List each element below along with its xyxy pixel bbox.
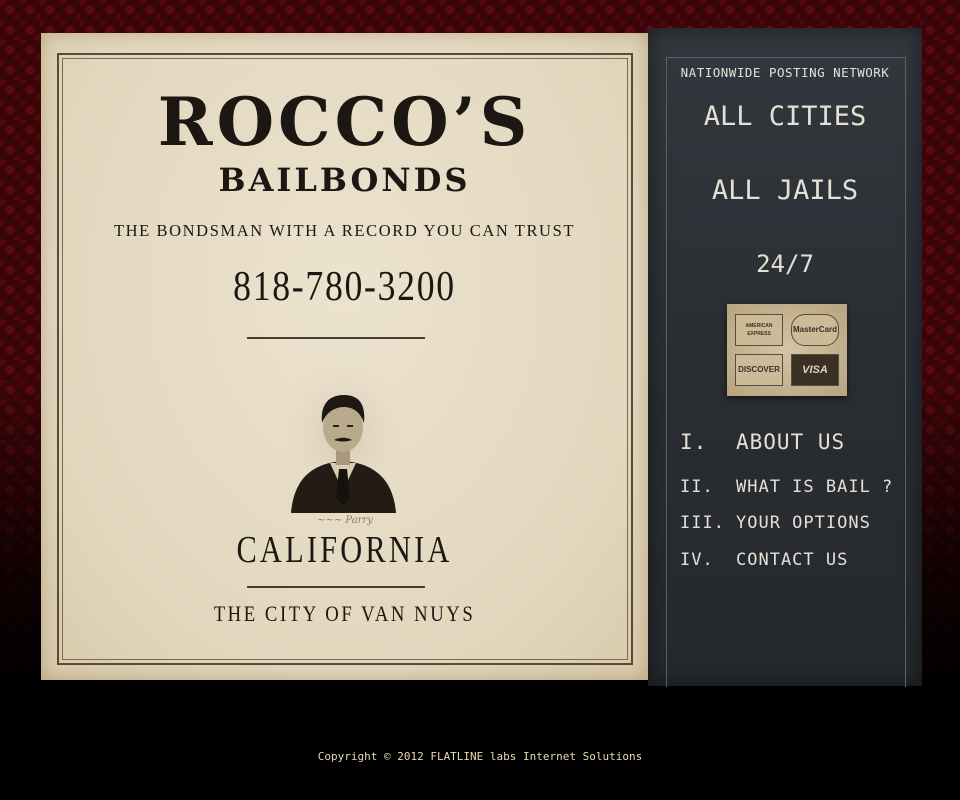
nav-about-us[interactable]: I. ABOUT US [680, 430, 845, 454]
amex-card-icon: AMERICAN EXPRESS [735, 314, 783, 346]
mastercard-card-icon: MasterCard [791, 314, 839, 346]
bondsman-portrait-image [286, 365, 401, 515]
city-label: THE CITY OF VAN NUYS [213, 601, 476, 626]
nav-label: YOUR OPTIONS [736, 513, 871, 533]
nav-number: I. [680, 430, 708, 454]
all-cities-label: ALL CITIES [703, 101, 867, 132]
main-paper-panel: ROCCO’S BAILBONDS THE BONDSMAN WITH A RE… [41, 33, 648, 680]
nav-number: II. [680, 477, 714, 497]
nav-label: WHAT IS BAIL ? [736, 477, 894, 497]
nav-number: IV. [680, 550, 714, 570]
discover-card-icon: DISCOVER [735, 354, 783, 386]
portrait-signature: ~~~ Parry [317, 515, 373, 526]
state-label: CALIFORNIA [236, 529, 453, 571]
all-jails-label: ALL JAILS [711, 175, 859, 206]
phone-number[interactable]: 818-780-3200 [87, 263, 603, 311]
hours-label: 24/7 [756, 250, 814, 278]
nav-your-options[interactable]: III. YOUR OPTIONS [680, 513, 871, 533]
footer-copyright: Copyright © 2012 FLATLINE labs Internet … [317, 750, 643, 763]
nav-number: III. [680, 513, 725, 533]
network-label: NATIONWIDE POSTING NETWORK [680, 65, 890, 80]
accepted-cards-badge: AMERICAN EXPRESS MasterCard DISCOVER VIS… [727, 304, 847, 396]
sidebar-panel: NATIONWIDE POSTING NETWORK ALL CITIES AL… [648, 28, 922, 687]
visa-card-icon: VISA [791, 354, 839, 386]
brand-name: ROCCO’S [157, 83, 532, 161]
nav-label: ABOUT US [736, 430, 846, 454]
nav-label: CONTACT US [736, 550, 849, 570]
tagline: THE BONDSMAN WITH A RECORD YOU CAN TRUST [113, 221, 576, 240]
divider-top [247, 337, 425, 339]
divider-bottom [247, 586, 425, 588]
brand-subtitle: BAILBONDS [218, 161, 471, 199]
nav-contact-us[interactable]: IV. CONTACT US [680, 550, 848, 570]
nav-what-is-bail[interactable]: II. WHAT IS BAIL ? [680, 477, 893, 497]
